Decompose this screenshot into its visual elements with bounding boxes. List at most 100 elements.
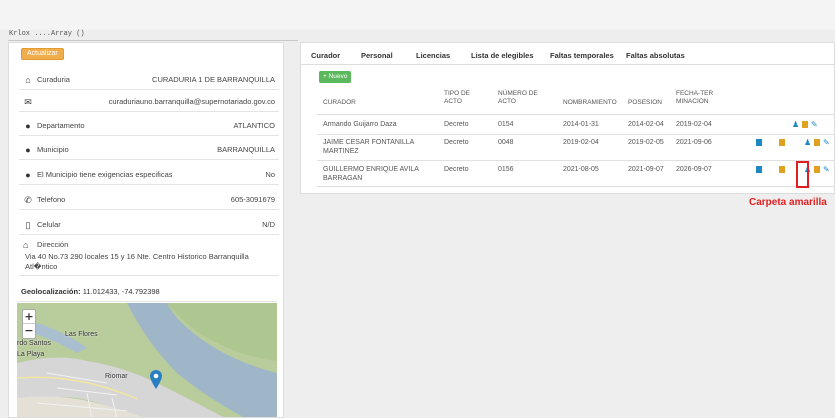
info-row-departamento: ● Departamento ATLANTICO (19, 114, 279, 136)
map-marker-icon: ● (25, 121, 31, 131)
info-label: Celular (37, 220, 61, 229)
cell-curador: GUILLERMO ENRIQUE AVILA BARRAGAN (323, 166, 419, 182)
new-button[interactable]: + Nuevo (319, 71, 352, 83)
row-actions: ♟ ✎ (756, 139, 830, 147)
home-icon: ⌂ (23, 240, 29, 250)
map-label: La Playa (17, 351, 45, 358)
envelope-icon: ✉ (24, 97, 32, 107)
divider (17, 301, 277, 302)
info-value: N/D (262, 220, 275, 229)
pencil-icon[interactable]: ✎ (823, 166, 830, 174)
cell-nombramiento: 2014-01-31 (563, 121, 599, 128)
divider (317, 134, 835, 135)
geo-label: Geolocalización: (21, 287, 81, 296)
file-icon[interactable] (756, 166, 762, 173)
user-icon[interactable]: ♟ (804, 139, 811, 147)
cell-numero: 0048 (498, 139, 514, 146)
pencil-icon[interactable]: ✎ (823, 139, 830, 147)
map-marker-icon: ● (25, 145, 31, 155)
mobile-icon: ▯ (25, 220, 31, 230)
home-icon: ⌂ (25, 75, 31, 85)
divider (317, 114, 835, 115)
zoom-out-button[interactable]: − (23, 324, 35, 338)
info-row-telefono: ✆ Telefono 605-3091679 (19, 188, 279, 210)
cell-tipo: Decreto (444, 121, 469, 128)
cell-terminacion: 2026-09-07 (676, 166, 712, 173)
info-row-direccion: ⌂ Dirección Via 40 No.73 290 locales 15 … (19, 236, 279, 276)
map-label: rdo Santos (17, 340, 51, 347)
phone-icon: ✆ (24, 195, 32, 205)
row-actions: ♟ ✎ (792, 121, 818, 129)
info-row-email: ✉ curaduriauno.barranquilla@supernotaria… (19, 90, 279, 112)
info-value: No (265, 170, 275, 179)
info-row-municipio: ● Municipio BARRANQUILLA (19, 138, 279, 160)
cell-posesion: 2014-02-04 (628, 121, 664, 128)
folder-icon[interactable] (814, 166, 820, 173)
zoom-in-button[interactable]: + (23, 310, 35, 324)
info-value: 605-3091679 (230, 195, 275, 204)
tab-faltas-temporales[interactable]: Faltas temporales (550, 51, 614, 60)
divider (317, 186, 835, 187)
info-label: Municipio (37, 145, 69, 154)
cell-tipo: Decreto (444, 166, 469, 173)
cell-nombramiento: 2019-02-04 (563, 139, 599, 146)
info-row-celular: ▯ Celular N/D (19, 213, 279, 235)
cell-curador: Armando Guijarro Daza (323, 121, 397, 128)
info-value: ATLANTICO (233, 121, 275, 130)
tab-lista-de-elegibles[interactable]: Lista de elegibles (471, 51, 534, 60)
row-actions: ♟ ✎ (756, 166, 830, 174)
folder-icon[interactable] (814, 139, 820, 146)
tab-personal[interactable]: Personal (361, 51, 393, 60)
cell-posesion: 2019-02-05 (628, 139, 664, 146)
column-header: NOMBRAMIENTO (563, 99, 617, 106)
divider (317, 160, 835, 161)
highlight-box (796, 161, 809, 188)
folder-icon[interactable] (802, 121, 808, 128)
column-header: NÚMERO DE ACTO (498, 90, 538, 105)
column-header: TIPO DE ACTO (444, 90, 471, 105)
divider (8, 40, 298, 41)
user-icon[interactable]: ♟ (792, 121, 799, 129)
map-marker-icon: ● (25, 170, 31, 180)
map[interactable]: + − rdo Santos La Playa Las Flores Rioma… (17, 303, 277, 417)
info-value: CURADURIA 1 DE BARRANQUILLA (152, 75, 275, 84)
info-row-curaduria: ⌂ Curaduria CURADURIA 1 DE BARRANQUILLA (19, 68, 279, 90)
update-button[interactable]: Actualizar (21, 48, 64, 60)
file-icon[interactable] (756, 139, 762, 146)
map-canvas (17, 303, 277, 417)
cell-terminacion: 2019-02-04 (676, 121, 712, 128)
column-header: FECHA-TERMINACION (676, 90, 714, 105)
column-header: CURADOR (323, 99, 356, 106)
direccion-label: Dirección (37, 240, 69, 249)
top-strip (0, 0, 835, 30)
info-value: BARRANQUILLA (217, 145, 275, 154)
info-label: Departamento (37, 121, 85, 130)
curaduria-info-panel: Actualizar ⌂ Curaduria CURADURIA 1 DE BA… (8, 42, 284, 418)
cell-curador: JAIME CESAR FONTANILLA MARTINEZ (323, 139, 414, 155)
cell-numero: 0156 (498, 166, 514, 173)
map-marker-icon[interactable] (149, 369, 163, 389)
cell-posesion: 2021-09-07 (628, 166, 664, 173)
folder-icon[interactable] (779, 166, 785, 173)
info-label: Telefono (37, 195, 66, 204)
geolocation: Geolocalización: 11.012433, -74.792398 (21, 287, 160, 296)
pencil-icon[interactable]: ✎ (811, 121, 818, 129)
column-header: POSESION (628, 99, 662, 106)
tab-curador[interactable]: Curador (311, 51, 340, 60)
info-row-exigencias: ● El Municipio tiene exigencias especifi… (19, 163, 279, 185)
info-value: curaduriauno.barranquilla@supernotariado… (108, 97, 275, 106)
tab-bar: Curador Personal Licencias Lista de eleg… (301, 43, 835, 65)
curador-panel: Curador Personal Licencias Lista de eleg… (300, 42, 835, 194)
zoom-control: + − (22, 309, 36, 339)
debug-text: Krlox ....Array () (9, 30, 85, 38)
cell-nombramiento: 2021-08-05 (563, 166, 599, 173)
cell-terminacion: 2021-09-06 (676, 139, 712, 146)
info-label: Curaduria (37, 75, 70, 84)
tab-licencias[interactable]: Licencias (416, 51, 450, 60)
tab-faltas-absolutas[interactable]: Faltas absolutas (626, 51, 685, 60)
folder-icon[interactable] (779, 139, 785, 146)
direccion-value: Via 40 No.73 290 locales 15 y 16 Nte. Ce… (25, 252, 249, 271)
cell-tipo: Decreto (444, 139, 469, 146)
map-label: Las Flores (65, 331, 98, 338)
annotation-label: Carpeta amarilla (749, 197, 827, 208)
